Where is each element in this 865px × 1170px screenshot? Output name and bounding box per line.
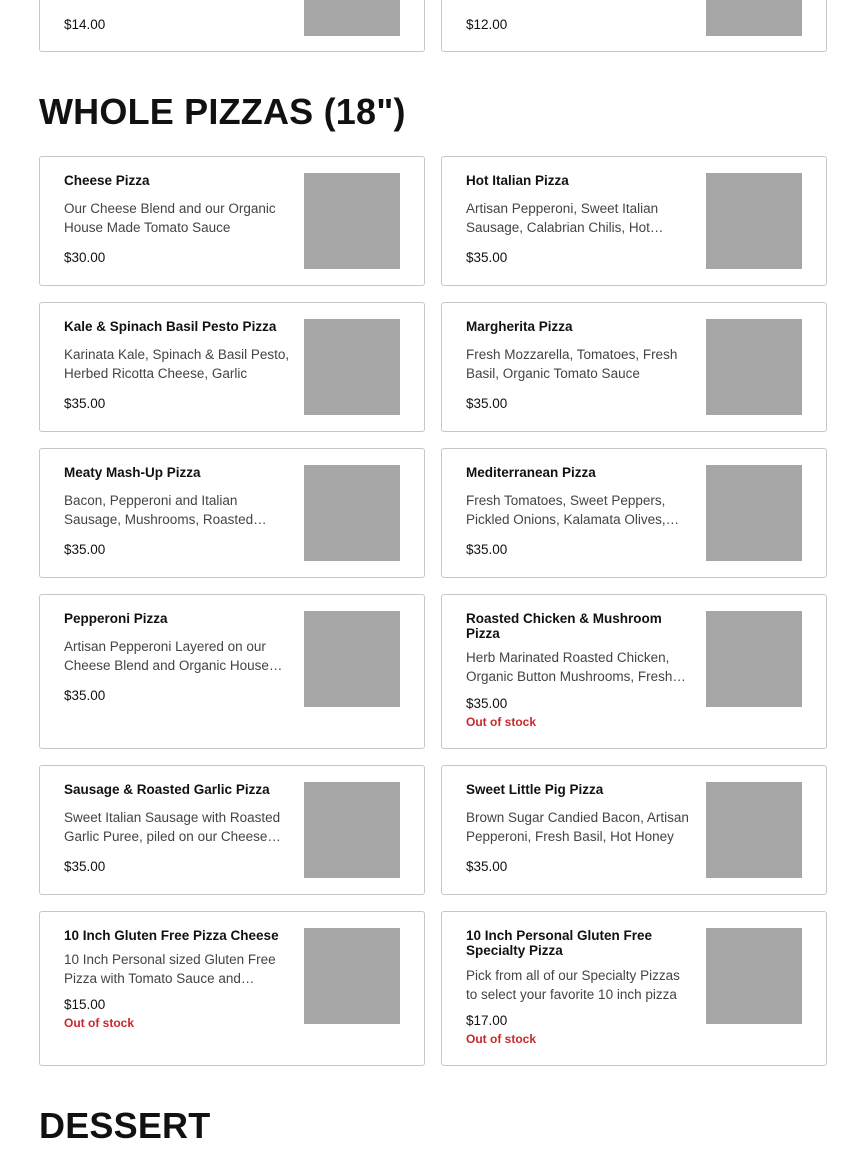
item-price: $17.00 (466, 1013, 508, 1028)
item-description: 10 Inch Personal sized Gluten Free Pizza… (64, 952, 276, 986)
item-description: Brown Sugar Candied Bacon, Artisan Peppe… (466, 810, 689, 844)
item-price: $35.00 (64, 396, 106, 411)
item-name: Margherita Pizza (466, 319, 573, 334)
item-thumbnail (304, 465, 400, 561)
out-of-stock-label: Out of stock (466, 715, 537, 729)
item-price: $14.00 (64, 17, 106, 32)
item-name: Mediterranean Pizza (466, 465, 596, 480)
menu-item-card[interactable]: Mediterranean Pizza Fresh Tomatoes, Swee… (441, 448, 827, 578)
item-description: Bacon, Pepperoni and Italian Sausage, Mu… (64, 493, 254, 527)
item-description: Karinata Kale, Spinach & Basil Pesto, He… (64, 347, 290, 381)
item-description: Artisan Pepperoni, Sweet Italian Sausage… (466, 201, 659, 235)
out-of-stock-label: Out of stock (64, 1016, 135, 1030)
item-name: Roasted Chicken & Mushroom Pizza (466, 611, 662, 641)
item-description: Herb Marinated Roasted Chicken, Organic … (466, 650, 673, 684)
item-description: Sweet Italian Sausage with Roasted Garli… (64, 810, 281, 844)
menu-item-card[interactable]: Pepperoni Pizza Artisan Pepperoni Layere… (39, 594, 425, 749)
section-title-whole-pizzas: WHOLE PIZZAS (18") (39, 91, 406, 132)
menu-item-card[interactable]: Sausage & Roasted Garlic Pizza Sweet Ita… (39, 765, 425, 895)
menu-item-card[interactable]: $14.00 (39, 0, 425, 52)
item-name: Sausage & Roasted Garlic Pizza (64, 782, 270, 797)
item-price: $35.00 (64, 542, 106, 557)
menu-item-card[interactable]: 10 Inch Gluten Free Pizza Cheese 10 Inch… (39, 911, 425, 1066)
menu-item-card[interactable]: Sweet Little Pig Pizza Brown Sugar Candi… (441, 765, 827, 895)
item-name: Hot Italian Pizza (466, 173, 569, 188)
item-description: Artisan Pepperoni Layered on our Cheese … (64, 639, 269, 673)
item-thumbnail (304, 173, 400, 269)
menu-item-card[interactable]: Hot Italian Pizza Artisan Pepperoni, Swe… (441, 156, 827, 286)
menu-item-card[interactable]: Margherita Pizza Fresh Mozzarella, Tomat… (441, 302, 827, 432)
item-thumbnail (706, 611, 802, 707)
item-thumbnail (304, 782, 400, 878)
menu-item-card[interactable]: Meaty Mash-Up Pizza Bacon, Pepperoni and… (39, 448, 425, 578)
section-title-dessert: DESSERT (39, 1105, 211, 1146)
item-thumbnail (706, 782, 802, 878)
item-price: $30.00 (64, 250, 106, 265)
item-price: $35.00 (466, 859, 508, 874)
item-thumbnail (304, 0, 400, 36)
item-description: Pick from all of our Specialty Pizzas to… (466, 968, 680, 1002)
menu-item-card[interactable]: 10 Inch Personal Gluten Free Specialty P… (441, 911, 827, 1066)
item-description: Fresh Tomatoes, Sweet Peppers, Pickled O… (466, 493, 666, 527)
item-description: Fresh Mozzarella, Tomatoes, Fresh Basil,… (466, 347, 678, 381)
item-price: $35.00 (466, 542, 508, 557)
item-price: $15.00 (64, 997, 106, 1012)
item-name: 10 Inch Gluten Free Pizza Cheese (64, 928, 279, 943)
item-price: $12.00 (466, 17, 508, 32)
item-name: Cheese Pizza (64, 173, 150, 188)
item-price: $35.00 (64, 859, 106, 874)
item-description: Our Cheese Blend and our Organic House M… (64, 201, 276, 235)
menu-item-card[interactable]: Roasted Chicken & Mushroom Pizza Herb Ma… (441, 594, 827, 749)
item-thumbnail (706, 928, 802, 1024)
item-thumbnail (706, 319, 802, 415)
item-thumbnail (706, 465, 802, 561)
item-name: Meaty Mash-Up Pizza (64, 465, 201, 480)
item-thumbnail (304, 611, 400, 707)
menu-item-card[interactable]: Cheese Pizza Our Cheese Blend and our Or… (39, 156, 425, 286)
item-name: Kale & Spinach Basil Pesto Pizza (64, 319, 277, 334)
item-thumbnail (304, 928, 400, 1024)
item-price: $35.00 (466, 396, 508, 411)
item-thumbnail (304, 319, 400, 415)
item-price: $35.00 (64, 688, 106, 703)
item-name: Pepperoni Pizza (64, 611, 168, 626)
out-of-stock-label: Out of stock (466, 1032, 537, 1046)
item-thumbnail (706, 173, 802, 269)
item-price: $35.00 (466, 696, 508, 711)
item-price: $35.00 (466, 250, 508, 265)
menu-item-card[interactable]: $12.00 (441, 0, 827, 52)
item-name: 10 Inch Personal Gluten Free Specialty P… (466, 928, 653, 958)
item-name: Sweet Little Pig Pizza (466, 782, 604, 797)
item-thumbnail (706, 0, 802, 36)
menu-item-card[interactable]: Kale & Spinach Basil Pesto Pizza Karinat… (39, 302, 425, 432)
